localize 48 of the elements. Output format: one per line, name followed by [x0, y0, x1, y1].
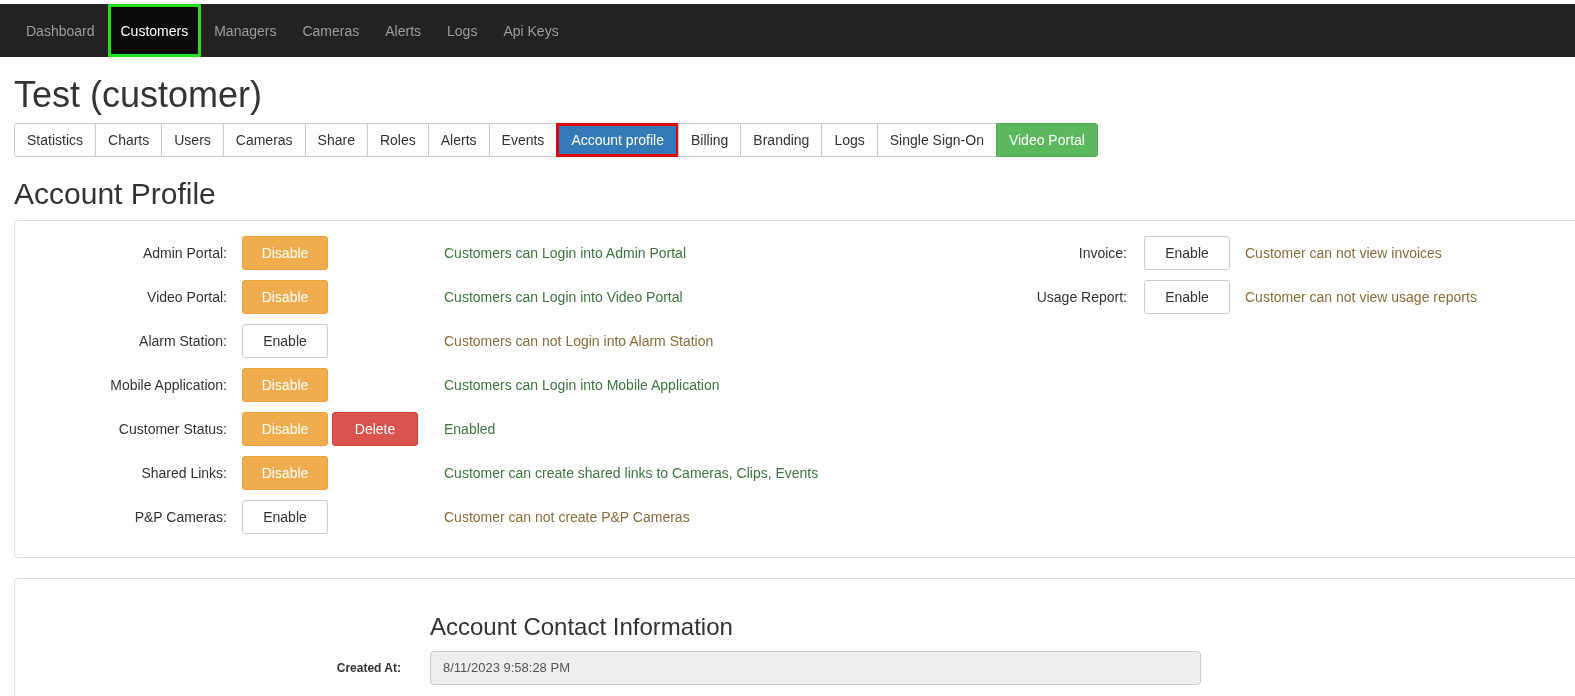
setting-label: Alarm Station: — [138, 332, 227, 349]
setting-label: Admin Portal: — [141, 244, 227, 261]
tab[interactable]: Statistics — [14, 122, 96, 157]
setting-description: Customer can not view invoices — [1245, 244, 1442, 261]
toggle-button[interactable]: Enable — [242, 499, 328, 534]
setting-description: Customers can not Login into Alarm Station — [444, 332, 714, 349]
tab[interactable]: Single Sign-On — [876, 122, 997, 157]
setting-description: Customer can not view usage reports — [1245, 288, 1477, 305]
setting-label: Customer Status: — [117, 420, 227, 437]
setting-description: Customer can create shared links to Cameras, Clips, Events — [444, 464, 819, 481]
toggle-button[interactable]: Delete — [332, 411, 418, 446]
setting-label: Shared Links: — [140, 464, 227, 481]
tab[interactable]: Account profile — [556, 122, 679, 157]
tab[interactable]: Alerts — [427, 122, 490, 157]
toggle-button[interactable]: Enable — [242, 323, 328, 358]
section-title: Account Profile — [14, 176, 217, 210]
setting-label: Mobile Application: — [109, 376, 227, 393]
setting-description: Enabled — [444, 420, 496, 437]
page-title: Test (customer) — [14, 75, 264, 115]
created-at-field[interactable]: 8/11/2023 9:58:28 PM — [430, 650, 1201, 685]
tab[interactable]: Roles — [366, 122, 429, 157]
toggle-button[interactable]: Enable — [1144, 235, 1230, 270]
tab[interactable]: Branding — [740, 122, 823, 157]
contact-title: Account Contact Information — [430, 612, 734, 641]
tab[interactable]: Cameras — [222, 122, 306, 157]
tab[interactable]: Share — [304, 122, 368, 157]
setting-label: P&P Cameras: — [133, 508, 227, 525]
nav-link[interactable]: Dashboard — [13, 4, 108, 57]
setting-label: Video Portal: — [146, 288, 227, 305]
nav-link[interactable]: Logs — [434, 4, 491, 57]
nav-link[interactable]: Customers — [107, 4, 202, 57]
setting-label: Usage Report: — [1035, 288, 1127, 305]
setting-label: Invoice: — [1077, 244, 1127, 261]
setting-description: Customers can Login into Video Portal — [444, 288, 683, 305]
nav-link[interactable]: Cameras — [289, 4, 373, 57]
setting-description: Customers can Login into Admin Portal — [444, 244, 686, 261]
field-label: Created At: — [335, 660, 401, 675]
setting-description: Customer can not create P&P Cameras — [444, 508, 690, 525]
tab[interactable]: Users — [161, 122, 224, 157]
tab[interactable]: Logs — [821, 122, 878, 157]
tab[interactable]: Events — [488, 122, 558, 157]
setting-description: Customers can Login into Mobile Application — [444, 376, 720, 393]
nav-link[interactable]: Managers — [201, 4, 290, 57]
tab[interactable]: Charts — [95, 122, 163, 157]
nav-link[interactable]: Api Keys — [490, 4, 572, 57]
nav-link[interactable]: Alerts — [372, 4, 435, 57]
toggle-button[interactable]: Enable — [1144, 279, 1230, 314]
tab[interactable]: Billing — [678, 122, 742, 157]
